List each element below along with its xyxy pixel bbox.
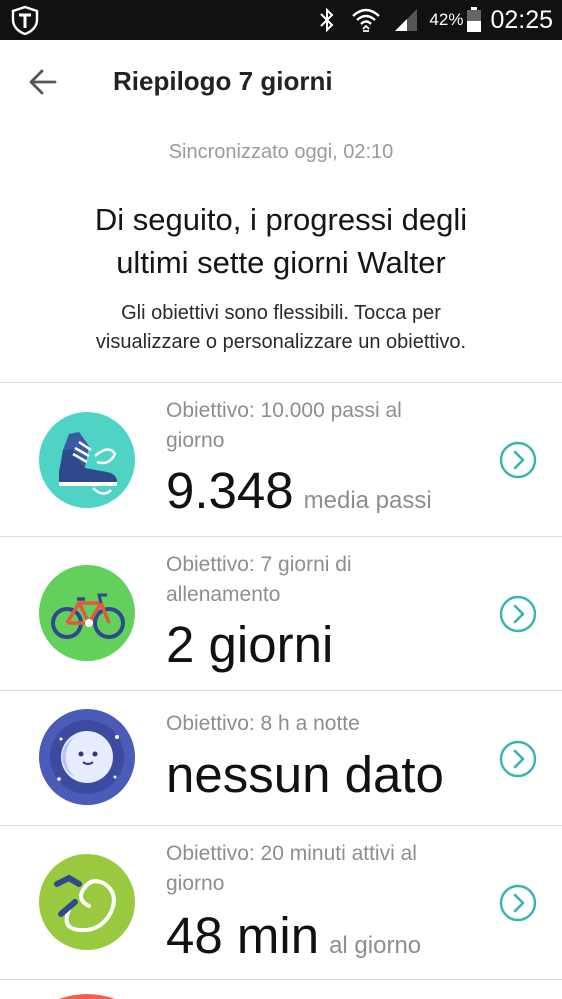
goal-description: Obiettivo: 20 minuti attivi al giorno xyxy=(166,839,466,899)
battery-icon xyxy=(467,7,482,32)
goal-value-number: 9.348 xyxy=(166,462,294,519)
goal-line: giorno xyxy=(166,429,225,452)
headline-line: ultimi sette giorni Walter xyxy=(116,245,446,280)
goal-description: Obiettivo: 8 h a notte xyxy=(166,709,466,739)
goal-row-exercise[interactable]: Obiettivo: 7 giorni di allenamento 2 gio… xyxy=(0,537,562,690)
goal-value: 48 min al giorno xyxy=(166,906,421,965)
goal-line: Obiettivo: 8 h a notte xyxy=(166,712,360,735)
goal-value-number: 48 min xyxy=(166,907,320,964)
app-bar: Riepilogo 7 giorni xyxy=(0,40,562,124)
divider xyxy=(0,979,562,980)
goal-line: Obiettivo: 10.000 passi al xyxy=(166,399,402,422)
goal-row-active-minutes[interactable]: Obiettivo: 20 minuti attivi al giorno 48… xyxy=(0,826,562,979)
arrow-back-icon xyxy=(29,69,57,95)
page-title: Riepilogo 7 giorni xyxy=(113,66,333,96)
headline: Di seguito, i progressi degli ultimi set… xyxy=(20,198,542,284)
signal-icon xyxy=(395,9,418,31)
goal-line: allenamento xyxy=(166,583,281,606)
instructions-text: Gli obiettivi sono flessibili. Tocca per… xyxy=(20,299,542,357)
shield-t-icon xyxy=(11,5,39,35)
goal-value: 9.348 media passi xyxy=(166,461,432,520)
goal-value-number: nessun dato xyxy=(166,746,444,803)
goal-value-unit: media passi xyxy=(303,487,432,514)
bicycle-icon xyxy=(39,565,135,661)
goal-line: giorno xyxy=(166,872,225,895)
wifi-icon xyxy=(352,8,381,32)
goal-value-unit: al giorno xyxy=(329,932,422,959)
goal-value: 2 giorni xyxy=(166,615,333,674)
bluetooth-icon xyxy=(320,7,334,33)
battery-percent: 42% xyxy=(429,10,464,29)
sync-status: Sincronizzato oggi, 02:10 xyxy=(168,141,394,163)
active-minutes-icon xyxy=(39,854,135,950)
goal-description: Obiettivo: 7 giorni di allenamento xyxy=(166,550,466,610)
moon-sleep-icon xyxy=(39,709,135,805)
headline-line: Di seguito, i progressi degli xyxy=(94,202,468,237)
goal-value-number: 2 giorni xyxy=(166,616,334,673)
chevron-right-circle-icon[interactable] xyxy=(498,739,538,779)
instructions-line: Gli obiettivi sono flessibili. Tocca per xyxy=(121,302,441,324)
goal-value: nessun dato xyxy=(166,745,444,804)
chevron-right-circle-icon[interactable] xyxy=(498,440,538,480)
goal-line: Obiettivo: 20 minuti attivi al xyxy=(166,842,417,865)
goal-row-sleep[interactable]: Obiettivo: 8 h a notte nessun dato xyxy=(0,691,562,825)
goal-line: Obiettivo: 7 giorni di xyxy=(166,553,352,576)
status-bar: 42% 02:25 xyxy=(0,0,562,40)
chevron-right-circle-icon[interactable] xyxy=(498,594,538,634)
goal-row-steps[interactable]: Obiettivo: 10.000 passi al giorno 9.348 m… xyxy=(0,383,562,536)
goal-description: Obiettivo: 10.000 passi al giorno xyxy=(166,396,466,456)
steps-shoe-icon xyxy=(39,412,135,508)
clock: 02:25 xyxy=(490,5,553,34)
next-row-icon-partial xyxy=(59,994,115,999)
chevron-right-circle-icon[interactable] xyxy=(498,883,538,923)
back-button[interactable] xyxy=(18,60,68,104)
instructions-line: visualizzare o personalizzare un obietti… xyxy=(95,331,467,353)
